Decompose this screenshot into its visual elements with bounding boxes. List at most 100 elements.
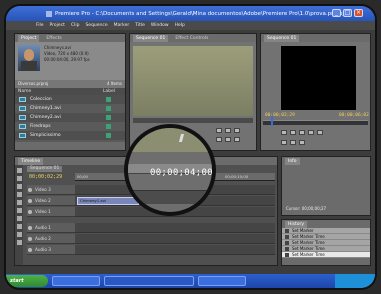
track-audio-1[interactable] [75, 223, 275, 233]
output-icon[interactable] [234, 137, 240, 142]
pen-tool-icon[interactable] [16, 224, 22, 229]
track-header-video-3[interactable]: Video 3 [27, 185, 75, 195]
project-item-list: Coleccion Chimney1.avi Chimney2.avi Fire… [15, 95, 125, 140]
loop-icon[interactable] [216, 137, 222, 142]
program-video-screen[interactable] [281, 46, 356, 110]
source-scrub-bar[interactable] [133, 118, 253, 123]
selection-tool-icon[interactable] [16, 168, 22, 173]
magnified-monitor [128, 128, 212, 152]
menu-sequence[interactable]: Sequence [85, 23, 107, 28]
list-item[interactable]: Coleccion [15, 95, 125, 104]
tab-timeline[interactable]: Timeline [18, 157, 44, 165]
menu-title[interactable]: Title [135, 23, 145, 28]
clip-thumbnail[interactable] [18, 45, 40, 71]
menu-help[interactable]: Help [175, 23, 185, 28]
extract-icon[interactable] [290, 140, 296, 145]
minimize-button[interactable]: _ [332, 9, 341, 17]
tab-project[interactable]: Project [18, 34, 40, 42]
trim-icon[interactable] [299, 140, 305, 145]
tab-source-sequence[interactable]: Sequence 01 [133, 34, 169, 42]
clip-icon [19, 115, 26, 120]
rolling-edit-tool-icon[interactable] [16, 192, 22, 197]
close-button[interactable]: × [354, 9, 363, 17]
tools-palette [15, 165, 23, 265]
ripple-edit-tool-icon[interactable] [16, 184, 22, 189]
tab-effect-controls[interactable]: Effect Controls [172, 35, 211, 42]
list-item[interactable]: Set Marker Time [282, 252, 370, 258]
hand-tool-icon[interactable] [16, 232, 22, 237]
history-step-icon [285, 246, 289, 251]
app-window: Premiere Pro - C:\Documents and Settings… [4, 4, 377, 290]
menu-window[interactable]: Window [151, 23, 169, 28]
track-header-audio-1[interactable]: Audio 1 [27, 223, 75, 233]
clip-preview: Chimneys.avi Video, 720 x 480 (0.9) 00:0… [15, 42, 125, 80]
menu-clip[interactable]: Clip [71, 23, 80, 28]
column-name[interactable]: Name [18, 88, 31, 95]
clip-icon [19, 97, 26, 102]
program-scrub-bar[interactable] [263, 120, 368, 125]
step-back-icon[interactable] [216, 128, 222, 133]
track-header-audio-3[interactable]: Audio 3 [27, 245, 75, 255]
label-color [106, 97, 111, 102]
track-header-audio-2[interactable]: Audio 2 [27, 234, 75, 244]
maximize-button[interactable]: □ [343, 9, 352, 17]
zoom-tool-icon[interactable] [16, 240, 22, 245]
play-icon[interactable] [225, 128, 231, 133]
history-step-icon [285, 240, 289, 245]
premiere-app-icon [46, 10, 52, 17]
speaker-icon[interactable] [28, 226, 32, 230]
project-columns: Name Label [15, 88, 125, 95]
track-audio-3[interactable] [75, 245, 275, 255]
list-item[interactable]: Firedrops [15, 122, 125, 131]
ruler-label: 00;00 [77, 174, 88, 179]
tab-history[interactable]: History [285, 220, 308, 228]
start-button[interactable]: start [6, 275, 48, 287]
eye-icon[interactable] [28, 199, 32, 203]
tab-sequence[interactable]: Sequence 01 [27, 166, 63, 172]
track-audio-2[interactable] [75, 234, 275, 244]
taskbar-item[interactable] [198, 276, 246, 286]
taskbar-item[interactable] [52, 276, 100, 286]
go-to-in-icon[interactable] [281, 130, 287, 135]
lift-icon[interactable] [281, 140, 287, 145]
eye-icon[interactable] [28, 210, 32, 214]
track-select-tool-icon[interactable] [16, 176, 22, 181]
speaker-icon[interactable] [28, 248, 32, 252]
eye-icon[interactable] [28, 188, 32, 192]
history-panel: History Set Marker Set Marker Time Set M… [281, 219, 371, 266]
list-item[interactable]: Chimney2.avi [15, 113, 125, 122]
tab-effects[interactable]: Effects [43, 35, 64, 42]
label-color [106, 106, 111, 111]
info-panel: Info Cursor: 00;00;00;27 [281, 156, 371, 216]
slip-tool-icon[interactable] [16, 216, 22, 221]
menu-file[interactable]: File [36, 23, 44, 28]
rate-stretch-tool-icon[interactable] [16, 200, 22, 205]
program-current-timecode[interactable]: 00;00;02;29 [265, 113, 295, 118]
source-video-screen[interactable] [133, 46, 253, 116]
tab-program-sequence[interactable]: Sequence 01 [264, 34, 300, 42]
track-header-video-1[interactable]: Video 1 [27, 207, 75, 217]
track-header-video-2[interactable]: Video 2 [27, 196, 75, 206]
step-forward-icon[interactable] [234, 128, 240, 133]
program-controls [281, 130, 323, 135]
menu-project[interactable]: Project [50, 23, 65, 28]
bin-info: Diversos.prproj 4 Items [15, 80, 125, 88]
step-back-icon[interactable] [290, 130, 296, 135]
razor-tool-icon[interactable] [16, 208, 22, 213]
go-to-out-icon[interactable] [317, 130, 323, 135]
play-icon[interactable] [299, 130, 305, 135]
timeline-timecode[interactable]: 00;00;02;29 [29, 174, 62, 180]
column-label[interactable]: Label [103, 88, 115, 95]
safe-margins-icon[interactable] [225, 137, 231, 142]
speaker-icon[interactable] [28, 237, 32, 241]
items-count: 4 Items [106, 81, 122, 86]
step-forward-icon[interactable] [308, 130, 314, 135]
list-item[interactable]: Simplicissimo [15, 131, 125, 140]
taskbar-item[interactable] [104, 276, 194, 286]
tab-info[interactable]: Info [285, 157, 300, 165]
menu-marker[interactable]: Marker [114, 23, 130, 28]
system-tray [335, 274, 375, 288]
playhead-handle[interactable] [271, 116, 273, 126]
magnified-track [128, 190, 212, 204]
list-item[interactable]: Chimney1.avi [15, 104, 125, 113]
